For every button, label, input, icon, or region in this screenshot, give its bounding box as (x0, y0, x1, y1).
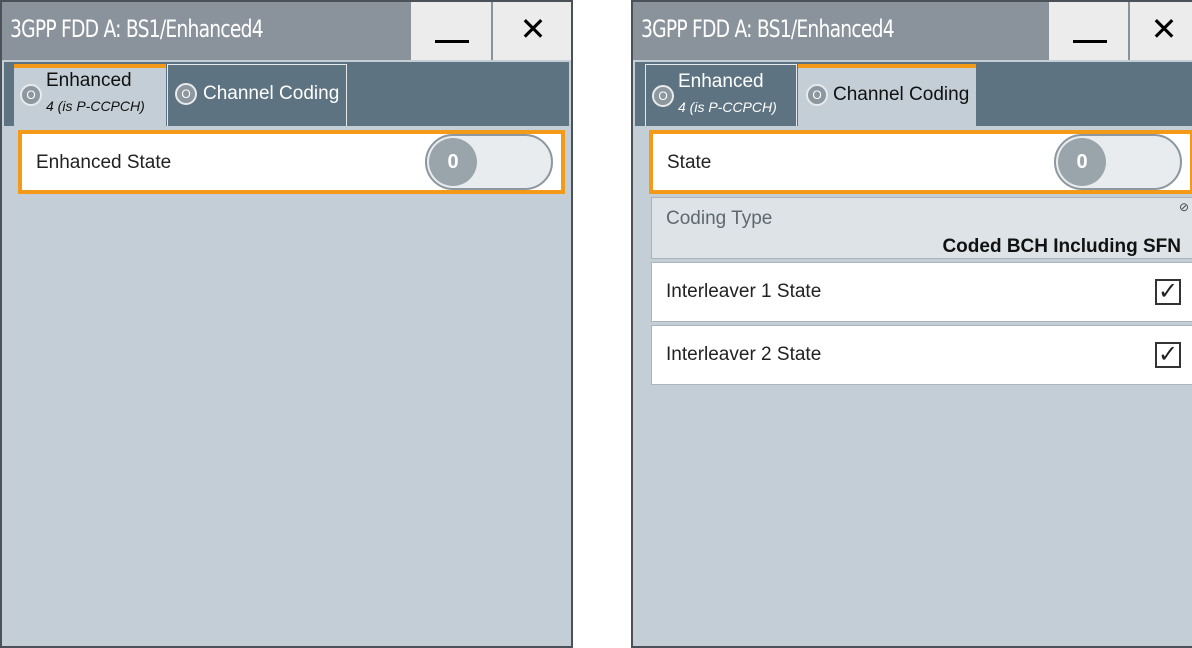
tab-channel-coding[interactable]: O Channel Coding (167, 64, 347, 126)
minimize-icon (1073, 40, 1107, 43)
coding-type-label: Coding Type (666, 208, 773, 229)
tab-label: Channel Coding (203, 83, 340, 104)
dialog-channel-coding-tab: 3GPP FDD A: BS1/Enhanced4 ✕ O Enhanced 4… (631, 0, 1192, 648)
enhanced-state-row[interactable]: Enhanced State 0 (18, 130, 565, 194)
read-only-icon: ⊘ (1178, 200, 1189, 214)
tab-enhanced[interactable]: O Enhanced 4 (is P-CCPCH) (645, 64, 797, 126)
enhanced-state-toggle[interactable]: 0 (425, 134, 553, 190)
state-label: State (667, 152, 712, 173)
tab-state-indicator-icon: O (175, 83, 197, 105)
close-button[interactable]: ✕ (491, 2, 571, 60)
dialog-title: 3GPP FDD A: BS1/Enhanced4 (641, 15, 895, 43)
tab-label: Channel Coding (833, 84, 970, 105)
tab-bar: O Enhanced 4 (is P-CCPCH) O Channel Codi… (635, 62, 1192, 126)
close-button[interactable]: ✕ (1128, 2, 1192, 60)
toggle-knob: 0 (1058, 138, 1106, 186)
close-icon: ✕ (1150, 11, 1178, 47)
tab-sublabel: 4 (is P-CCPCH) (46, 98, 145, 114)
title-bar: 3GPP FDD A: BS1/Enhanced4 ✕ (2, 2, 571, 60)
enhanced-state-label: Enhanced State (36, 152, 172, 173)
tab-state-indicator-icon: O (20, 84, 42, 106)
checkmark-icon: ✓ (1157, 278, 1179, 305)
coding-type-row: Coding Type ⊘ Coded BCH Including SFN (651, 197, 1192, 259)
tab-channel-coding[interactable]: O Channel Coding (798, 64, 976, 126)
dialog-enhanced-tab: 3GPP FDD A: BS1/Enhanced4 ✕ O Enhanced 4… (0, 0, 573, 648)
coding-type-value: Coded BCH Including SFN (942, 236, 1181, 257)
close-icon: ✕ (519, 11, 547, 47)
toggle-knob: 0 (429, 138, 477, 186)
tab-label: Enhanced (678, 71, 764, 92)
title-bar: 3GPP FDD A: BS1/Enhanced4 ✕ (633, 2, 1192, 60)
minimize-icon (435, 40, 469, 43)
dialog-title: 3GPP FDD A: BS1/Enhanced4 (10, 15, 264, 43)
tab-state-indicator-icon: O (806, 84, 828, 106)
interleaver-1-label: Interleaver 1 State (666, 281, 822, 302)
tab-enhanced[interactable]: O Enhanced 4 (is P-CCPCH) (14, 64, 166, 126)
tab-sublabel: 4 (is P-CCPCH) (678, 99, 777, 115)
tab-state-indicator-icon: O (652, 85, 674, 107)
interleaver-2-row[interactable]: Interleaver 2 State ✓ (651, 325, 1192, 385)
interleaver-2-label: Interleaver 2 State (666, 344, 822, 365)
checkmark-icon: ✓ (1157, 341, 1179, 368)
tab-label: Enhanced (46, 70, 132, 91)
tab-bar: O Enhanced 4 (is P-CCPCH) O Channel Codi… (4, 62, 569, 126)
interleaver-2-checkbox[interactable]: ✓ (1155, 341, 1181, 368)
minimize-button[interactable] (409, 2, 491, 60)
minimize-button[interactable] (1047, 2, 1129, 60)
state-toggle[interactable]: 0 (1054, 134, 1182, 190)
interleaver-1-checkbox[interactable]: ✓ (1155, 278, 1181, 305)
interleaver-1-row[interactable]: Interleaver 1 State ✓ (651, 262, 1192, 322)
state-row[interactable]: State 0 (649, 130, 1192, 194)
